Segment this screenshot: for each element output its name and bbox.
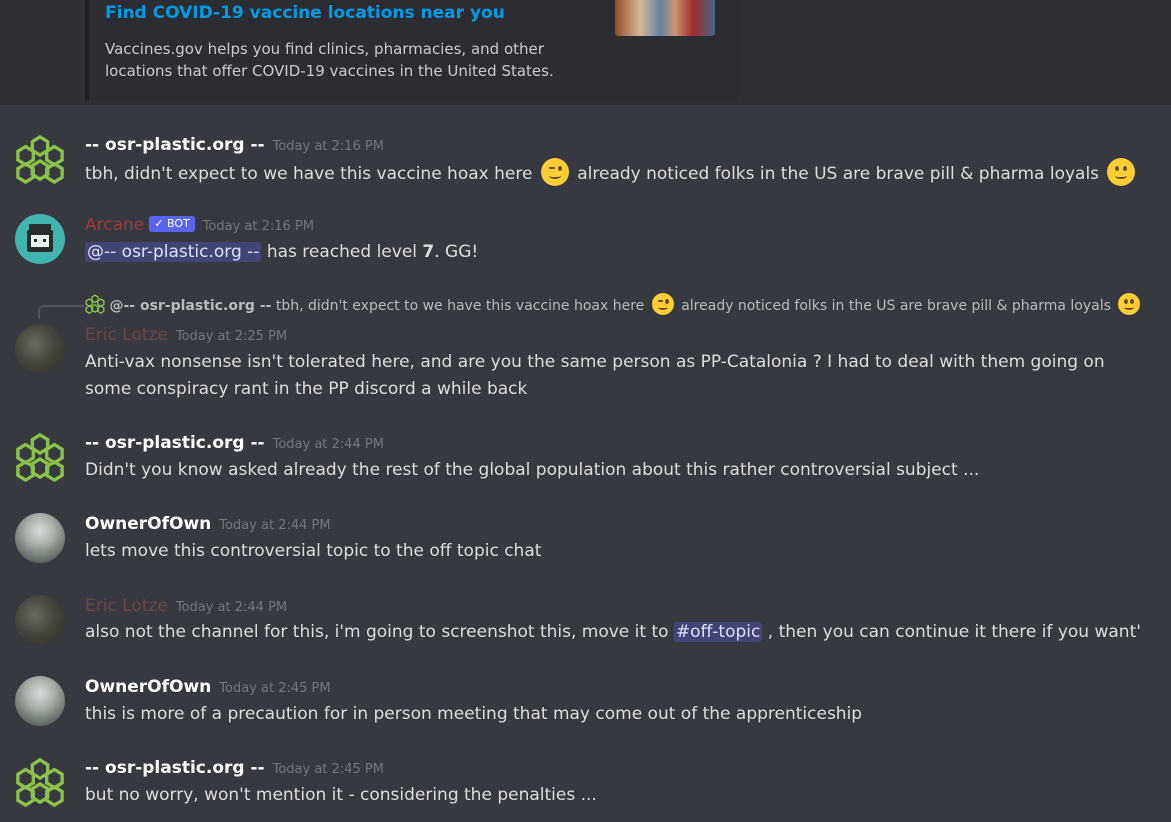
- message-header: -- osr-plastic.org -- Today at 2:45 PM: [85, 757, 384, 779]
- message-text: but no worry, won't mention it - conside…: [85, 785, 597, 805]
- timestamp: Today at 2:44 PM: [272, 437, 384, 452]
- message-text: already noticed folks in the US are brav…: [577, 164, 1100, 184]
- reply-preview[interactable]: @-- osr-plastic.org -- tbh, didn't expec…: [85, 293, 1143, 318]
- message-text: has reached level: [261, 242, 423, 262]
- osr-logo-avatar[interactable]: [15, 134, 65, 184]
- level-number: 7: [422, 242, 435, 262]
- message-content: tbh, didn't expect to we have this vacci…: [85, 158, 1138, 188]
- message-header: OwnerOfOwn Today at 2:44 PM: [85, 513, 331, 535]
- osr-logo-avatar[interactable]: [15, 757, 65, 807]
- message-text: . GG!: [434, 242, 479, 262]
- message-header: OwnerOfOwn Today at 2:45 PM: [85, 676, 331, 698]
- message-header: Arcane ✓ BOT Today at 2:16 PM: [85, 214, 314, 236]
- timestamp: Today at 2:44 PM: [219, 518, 331, 533]
- channel-link[interactable]: #off-topic: [673, 622, 763, 642]
- username[interactable]: OwnerOfOwn: [85, 514, 211, 534]
- slightly-smiling-face-emoji[interactable]: [1107, 158, 1136, 186]
- user-avatar[interactable]: [15, 513, 65, 563]
- username[interactable]: OwnerOfOwn: [85, 677, 211, 697]
- username[interactable]: Eric Lotze: [85, 596, 168, 616]
- username[interactable]: Arcane: [85, 215, 144, 235]
- link-embed: Find COVID-19 vaccine locations near you…: [85, 0, 739, 100]
- osr-logo-small-icon: [85, 294, 105, 314]
- user-avatar[interactable]: [15, 676, 65, 726]
- username[interactable]: -- osr-plastic.org --: [85, 433, 265, 453]
- message-content: also not the channel for this, i'm going…: [85, 619, 1141, 646]
- message-text: , then you can continue it there if you …: [762, 622, 1141, 642]
- bot-avatar[interactable]: [15, 214, 65, 264]
- robot-icon: [27, 224, 53, 252]
- timestamp: Today at 2:16 PM: [272, 139, 384, 154]
- osr-logo-avatar[interactable]: [15, 432, 65, 482]
- bot-badge: ✓ BOT: [149, 216, 195, 232]
- reply-text: tbh, didn't expect to we have this vacci…: [275, 298, 645, 314]
- message-text: Didn't you know asked already the rest o…: [85, 460, 980, 480]
- message-text: Anti-vax nonsense isn't tolerated here, …: [85, 352, 1105, 399]
- embed-thumbnail-image[interactable]: [615, 0, 715, 36]
- user-avatar[interactable]: [15, 324, 65, 374]
- message-header: Eric Lotze Today at 2:25 PM: [85, 324, 287, 346]
- message-header: -- osr-plastic.org -- Today at 2:44 PM: [85, 432, 384, 454]
- timestamp: Today at 2:16 PM: [202, 219, 315, 234]
- slightly-smiling-face-emoji: [1118, 293, 1141, 315]
- message-text: also not the channel for this, i'm going…: [85, 622, 674, 642]
- user-mention[interactable]: @-- osr-plastic.org --: [85, 242, 262, 262]
- reply-author[interactable]: @-- osr-plastic.org --: [109, 298, 271, 314]
- embed-title-link[interactable]: Find COVID-19 vaccine locations near you: [105, 3, 505, 23]
- username[interactable]: Eric Lotze: [85, 325, 168, 345]
- timestamp: Today at 2:45 PM: [272, 762, 384, 777]
- username[interactable]: -- osr-plastic.org --: [85, 135, 265, 155]
- timestamp: Today at 2:45 PM: [219, 681, 331, 696]
- timestamp: Today at 2:44 PM: [175, 600, 288, 615]
- embed-description: Vaccines.gov helps you find clinics, pha…: [105, 40, 554, 80]
- username[interactable]: -- osr-plastic.org --: [85, 758, 265, 778]
- winking-face-emoji[interactable]: [540, 158, 569, 186]
- message-text: tbh, didn't expect to we have this vacci…: [85, 164, 533, 184]
- reply-connector: [38, 305, 84, 319]
- message-text: lets move this controversial topic to th…: [85, 541, 542, 561]
- message-content: @-- osr-plastic.org -- has reached level…: [85, 239, 478, 266]
- winking-face-emoji: [651, 293, 674, 315]
- message-text: this is more of a precaution for in pers…: [85, 704, 863, 724]
- timestamp: Today at 2:25 PM: [175, 329, 288, 344]
- message-header: -- osr-plastic.org -- Today at 2:16 PM: [85, 134, 384, 156]
- reply-text: already noticed folks in the US are brav…: [681, 298, 1111, 314]
- message-header: Eric Lotze Today at 2:44 PM: [85, 595, 287, 617]
- user-avatar[interactable]: [15, 595, 65, 645]
